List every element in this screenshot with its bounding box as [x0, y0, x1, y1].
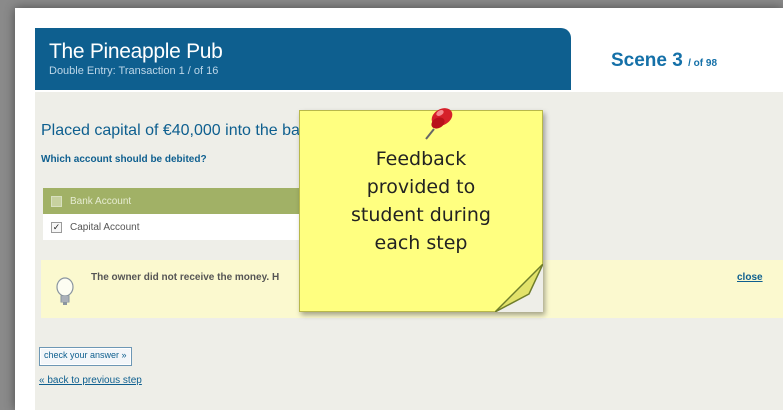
feedback-text: The owner did not receive the money. H — [91, 272, 280, 283]
note-line: student during — [351, 204, 491, 226]
checkbox-bank-account[interactable] — [51, 195, 62, 207]
scene-indicator: Scene 3 / of 98 — [611, 50, 717, 72]
option-label: Bank Account — [70, 195, 132, 207]
back-link[interactable]: « back to previous step — [39, 375, 142, 386]
header-bar: The Pineapple Pub Double Entry: Transact… — [35, 28, 571, 90]
note-text: Feedback provided to student during each… — [300, 145, 542, 257]
note-line: each step — [374, 232, 468, 254]
option-label: Capital Account — [70, 221, 140, 233]
option-capital-account[interactable]: ✓ Capital Account — [43, 214, 333, 240]
scene-total: / of 98 — [688, 58, 718, 69]
scene-label: Scene 3 — [611, 50, 683, 71]
sticky-note: Feedback provided to student during each… — [299, 108, 543, 312]
close-link[interactable]: close — [737, 272, 763, 283]
transaction-subtitle: Double Entry: Transaction 1 / of 16 — [49, 65, 219, 77]
pushpin-icon — [425, 108, 453, 140]
note-line: Feedback — [375, 148, 467, 170]
check-answer-button[interactable]: check your answer » — [39, 347, 132, 366]
page-curl — [495, 264, 543, 312]
checkbox-capital-account[interactable]: ✓ — [51, 221, 62, 233]
option-bank-account[interactable]: Bank Account — [43, 188, 333, 214]
question-title: Placed capital of €40,000 into the bani — [41, 122, 313, 139]
app-title: The Pineapple Pub — [49, 40, 223, 63]
lightbulb-icon — [56, 277, 74, 305]
note-line: provided to — [366, 176, 476, 198]
question-prompt: Which account should be debited? — [41, 154, 207, 165]
